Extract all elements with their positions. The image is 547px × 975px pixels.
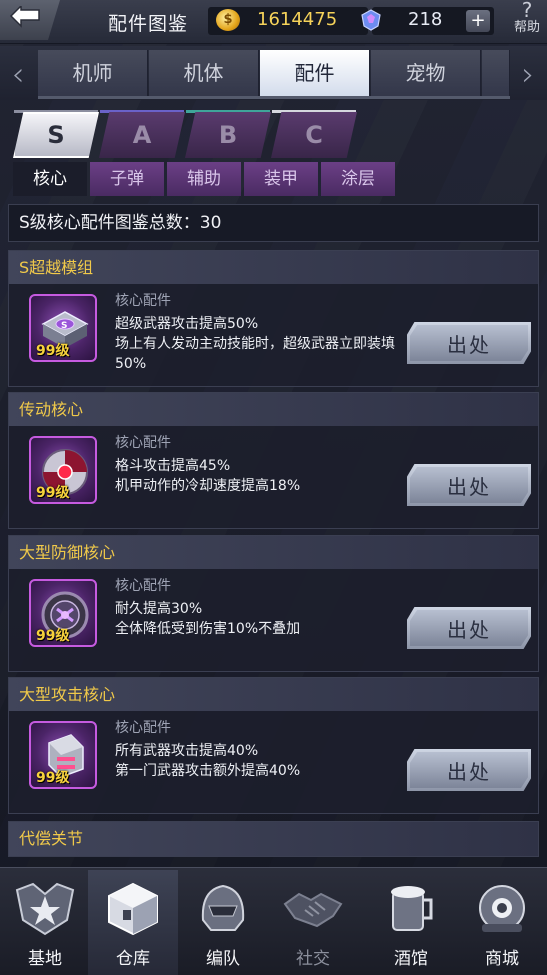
grade-tab-s[interactable]: S: [13, 112, 99, 158]
source-button[interactable]: 出处: [407, 464, 531, 506]
tavern-mug-icon: [379, 886, 443, 942]
nav-tavern[interactable]: 酒馆: [366, 870, 456, 975]
source-button[interactable]: 出处: [407, 322, 531, 364]
part-name: 传动核心: [9, 393, 538, 426]
sub-tab-support[interactable]: 辅助: [167, 162, 241, 196]
tab-parts[interactable]: 配件: [260, 50, 370, 96]
sub-tab-core[interactable]: 核心: [13, 162, 87, 196]
nav-label: 仓库: [116, 949, 150, 969]
tab-mecha[interactable]: 机体: [149, 50, 259, 96]
handshake-icon: [281, 892, 345, 942]
base-star-icon: [13, 882, 77, 942]
part-body: 99级 核心配件 耐久提高30% 全体降低受到伤害10%不叠加 出处: [9, 569, 538, 671]
tab-pets[interactable]: 宠物: [371, 50, 481, 96]
gem-value: 218: [408, 9, 443, 30]
part-type: 核心配件: [115, 720, 171, 736]
part-name: 代偿关节: [8, 821, 539, 857]
source-button[interactable]: 出处: [407, 749, 531, 791]
part-type: 核心配件: [115, 578, 171, 594]
diamond-gem-icon: [358, 8, 384, 36]
svg-text:S: S: [61, 321, 67, 331]
nav-label: 基地: [28, 949, 62, 969]
tab-pilot[interactable]: 机师: [38, 50, 148, 96]
desc-line: 场上有人发动主动技能时，超级武器立即装填: [115, 336, 395, 352]
part-name: S超越模组: [9, 251, 538, 284]
part-card: S超越模组 S 99级 核心配件 超级武器攻击提高50% 场上有人发动主动技能时…: [8, 250, 539, 387]
page-title: 配件图鉴: [108, 13, 189, 35]
nav-shop[interactable]: 商城: [457, 870, 547, 975]
total-count-label: S级核心配件图鉴总数：30: [8, 204, 539, 242]
tab-overflow[interactable]: [482, 50, 510, 96]
nav-label: 社交: [296, 949, 330, 969]
part-body: 99级 核心配件 所有武器攻击提高40% 第一门武器攻击额外提高40% 出处: [9, 711, 538, 813]
part-body: 99级 核心配件 格斗攻击提高45% 机甲动作的冷却速度提高18% 出处: [9, 426, 538, 528]
help-label: 帮助: [513, 20, 540, 35]
desc-line: 50%: [115, 356, 147, 372]
source-button-label: 出处: [447, 474, 491, 499]
nav-label: 酒馆: [394, 949, 428, 969]
back-arrow-icon: [9, 4, 45, 34]
help-question-icon: ?: [521, 0, 533, 22]
nav-label: 编队: [206, 949, 240, 969]
tabs-right-arrow-icon[interactable]: ›: [512, 50, 544, 98]
squad-helmet-icon: [191, 884, 255, 942]
desc-line: 第一门武器攻击额外提高40%: [115, 763, 301, 779]
nav-squad[interactable]: 编队: [178, 870, 268, 975]
sub-tab-armor[interactable]: 装甲: [244, 162, 318, 196]
grade-tab-b[interactable]: B: [185, 112, 271, 158]
desc-line: 超级武器攻击提高50%: [115, 316, 259, 332]
part-name: 大型防御核心: [9, 536, 538, 569]
desc-line: 耐久提高30%: [115, 601, 203, 617]
part-description: 格斗攻击提高45% 机甲动作的冷却速度提高18%: [115, 456, 405, 496]
nav-label: 商城: [485, 949, 519, 969]
tabs-underline: [38, 96, 510, 99]
part-name: 大型攻击核心: [9, 678, 538, 711]
desc-line: 所有武器攻击提高40%: [115, 743, 259, 759]
desc-line: 机甲动作的冷却速度提高18%: [115, 478, 301, 494]
nav-base[interactable]: 基地: [0, 870, 90, 975]
warehouse-cube-icon: [101, 882, 165, 942]
shop-robot-icon: [470, 885, 534, 942]
source-button-label: 出处: [447, 759, 491, 784]
part-body: S 99级 核心配件 超级武器攻击提高50% 场上有人发动主动技能时，超级武器立…: [9, 284, 538, 386]
source-button-label: 出处: [447, 332, 491, 357]
source-button[interactable]: 出处: [407, 607, 531, 649]
grade-tab-c[interactable]: C: [271, 112, 357, 158]
part-level: 99级: [36, 770, 70, 786]
nav-warehouse[interactable]: 仓库: [88, 870, 178, 975]
part-level: 99级: [36, 628, 70, 644]
grade-tab-a[interactable]: A: [99, 112, 185, 158]
part-type: 核心配件: [115, 435, 171, 451]
sub-tab-coating[interactable]: 涂层: [321, 162, 395, 196]
desc-line: 全体降低受到伤害10%不叠加: [115, 621, 301, 637]
part-description: 耐久提高30% 全体降低受到伤害10%不叠加: [115, 599, 405, 639]
sub-tab-bullet[interactable]: 子弹: [90, 162, 164, 196]
tabs-left-arrow-icon[interactable]: ‹: [2, 50, 34, 98]
part-card: 大型攻击核心 99级 核心配件 所有武器攻击提高40% 第一门武器攻击额外提高4…: [8, 677, 539, 814]
part-level: 99级: [36, 343, 70, 359]
gold-value: 1614475: [257, 9, 338, 30]
part-card: 大型防御核心 99级 核心配件 耐久提高30% 全体降低受到伤害10%不叠加 出…: [8, 535, 539, 672]
source-button-label: 出处: [447, 617, 491, 642]
add-gems-button[interactable]: +: [466, 10, 490, 32]
part-description: 所有武器攻击提高40% 第一门武器攻击额外提高40%: [115, 741, 405, 781]
part-card: 传动核心 99级 核心配件 格斗攻击提高45% 机甲动作的冷却速度提高18% 出…: [8, 392, 539, 529]
part-level: 99级: [36, 485, 70, 501]
desc-line: 格斗攻击提高45%: [115, 458, 231, 474]
gold-coin-icon: $: [216, 9, 240, 31]
help-button[interactable]: ? 帮助: [507, 0, 547, 44]
part-description: 超级武器攻击提高50% 场上有人发动主动技能时，超级武器立即装填 50%: [115, 314, 405, 374]
part-type: 核心配件: [115, 293, 171, 309]
nav-social[interactable]: 社交: [268, 870, 358, 975]
